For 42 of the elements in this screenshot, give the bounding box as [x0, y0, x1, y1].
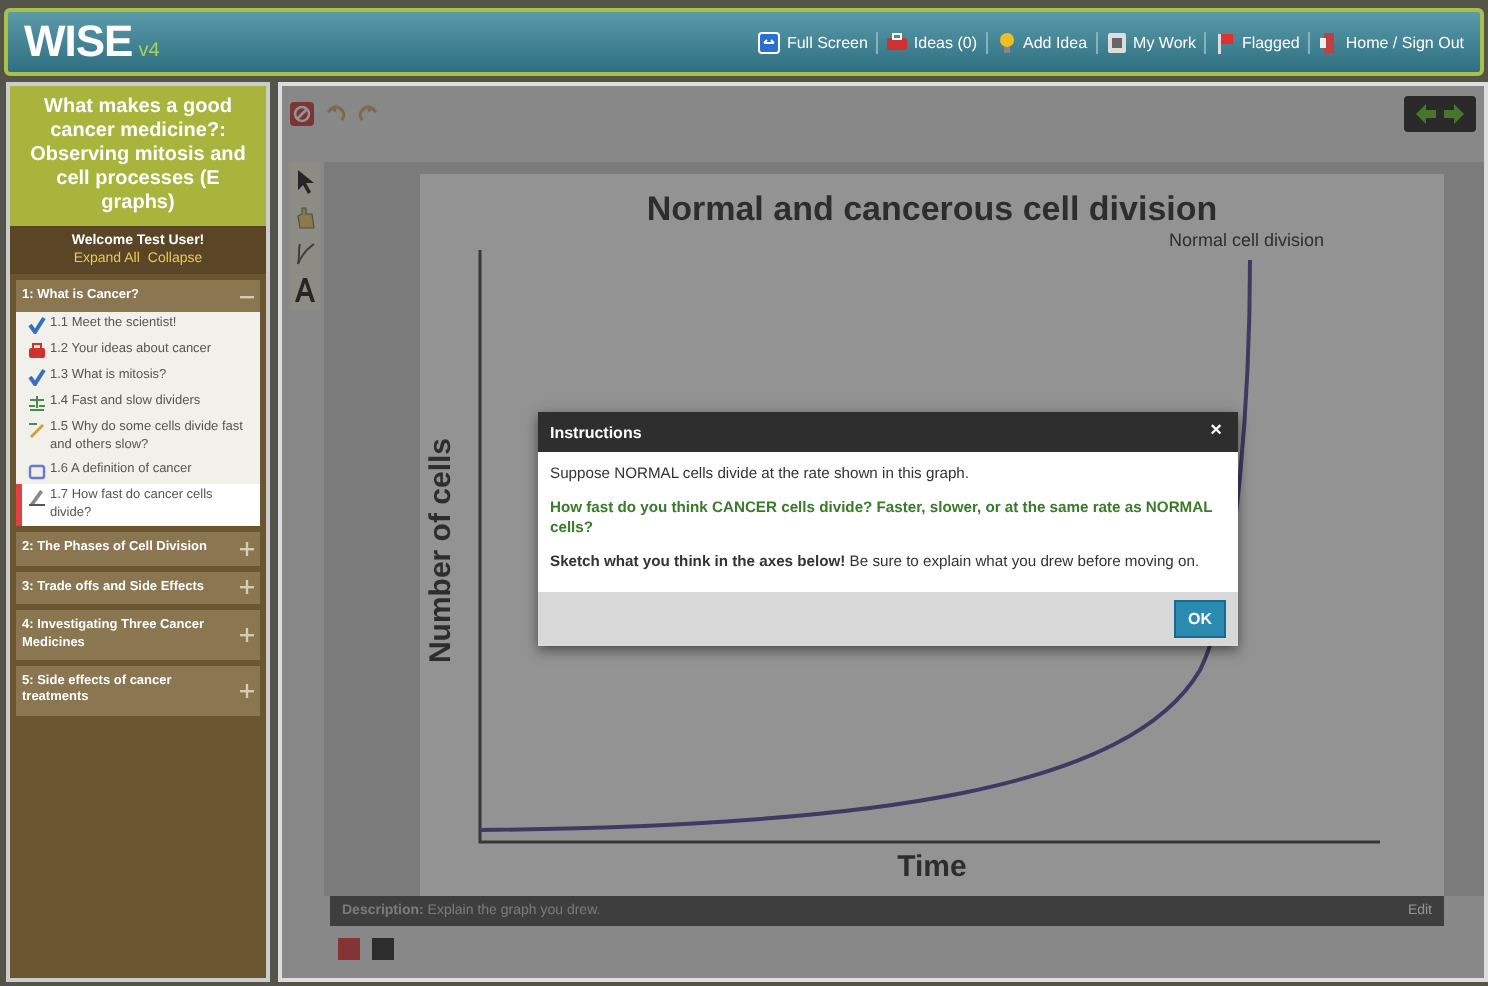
color-swatch[interactable]: [338, 938, 360, 960]
no-entry-icon[interactable]: [290, 102, 314, 126]
pencil-drawing-icon: [28, 488, 46, 507]
nav-link[interactable]: Home / Sign Out: [1307, 31, 1472, 53]
nav-link[interactable]: Add Idea: [985, 31, 1096, 53]
lightbulb-icon: [995, 31, 1017, 53]
project-title: What makes a good cancer medicine?: Observing mitosis and cell processes (E graphs): [10, 86, 266, 226]
expand-icon: [758, 31, 781, 53]
pointer-icon[interactable]: [295, 170, 315, 194]
plus-icon: [240, 580, 254, 595]
y-axis-label: Number of cells: [424, 437, 458, 663]
graph-title: Normal and cancerous cell division: [644, 188, 1220, 230]
pencil-icon[interactable]: [295, 242, 315, 266]
curve-label: Normal cell division: [1168, 230, 1324, 250]
nav-link[interactable]: Ideas (0): [875, 31, 985, 53]
nav-link[interactable]: Full Screen: [750, 31, 876, 53]
redo-icon[interactable]: [358, 104, 378, 124]
pencil-icon: [28, 420, 46, 439]
nav-link[interactable]: Flagged: [1203, 31, 1308, 53]
nav-link[interactable]: My Work: [1095, 31, 1204, 53]
door-icon: [1317, 31, 1340, 53]
checkmark-icon: [28, 316, 46, 335]
stroke-swatch[interactable]: [372, 938, 394, 960]
document-icon: [1105, 31, 1128, 53]
checkmark-icon: [28, 368, 46, 387]
logo: WISE: [24, 16, 133, 68]
undo-icon[interactable]: [326, 104, 346, 124]
scale-icon: [28, 394, 46, 413]
arrows-icon: [1416, 104, 1464, 124]
version-label: v4: [138, 40, 160, 62]
plus-icon: [240, 683, 254, 698]
plus-icon: [240, 628, 254, 642]
toolbox-icon: [28, 342, 46, 361]
close-button[interactable]: ×: [1206, 422, 1226, 442]
x-axis-label: Time: [895, 850, 969, 884]
flag-icon: [1213, 31, 1236, 53]
ok-button[interactable]: OK: [1174, 600, 1226, 639]
text-tool-icon[interactable]: [294, 278, 316, 302]
plus-icon: [240, 541, 254, 556]
dialog-title: Instructions: [550, 423, 642, 441]
toolbox-icon: [885, 31, 908, 53]
navigation-arrows[interactable]: [1404, 96, 1476, 132]
